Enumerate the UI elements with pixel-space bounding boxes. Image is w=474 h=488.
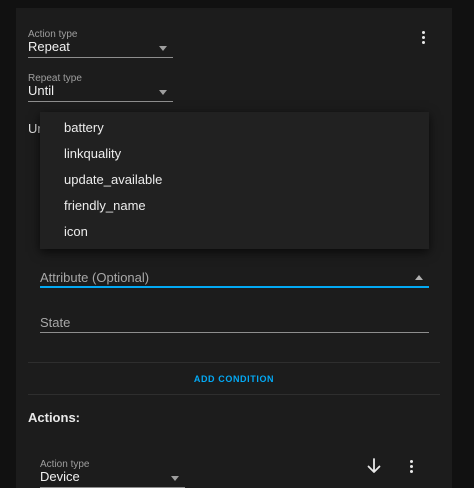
menu-item[interactable]: icon — [64, 224, 88, 239]
action-type-select[interactable]: Action type Repeat — [28, 29, 173, 58]
state-field[interactable]: State — [40, 311, 429, 333]
action-type-value: Device — [40, 469, 80, 484]
menu-item[interactable]: friendly_name — [64, 198, 146, 213]
state-underline — [40, 332, 429, 333]
actions-heading: Actions: — [28, 410, 80, 425]
menu-item[interactable]: update_available — [64, 172, 162, 187]
divider — [28, 362, 440, 363]
chevron-down-icon — [159, 46, 167, 51]
more-vertical-icon[interactable] — [415, 27, 431, 47]
arrow-down-icon[interactable] — [365, 457, 383, 475]
chevron-down-icon — [159, 90, 167, 95]
attribute-label: Attribute (Optional) — [40, 270, 150, 285]
action-type-underline — [28, 57, 173, 58]
attribute-underline — [40, 286, 429, 288]
chevron-up-icon — [415, 275, 423, 280]
repeat-type-value: Until — [28, 83, 55, 98]
repeat-type-underline — [28, 101, 173, 102]
action-type-value: Repeat — [28, 39, 70, 54]
more-vertical-icon[interactable] — [403, 456, 419, 476]
action-type-select[interactable]: Action type Device — [40, 459, 185, 488]
chevron-down-icon — [171, 476, 179, 481]
add-condition-button[interactable]: ADD CONDITION — [184, 374, 284, 384]
menu-item[interactable]: battery — [64, 120, 104, 135]
state-label: State — [40, 315, 71, 330]
menu-item[interactable]: linkquality — [64, 146, 121, 161]
attribute-field[interactable]: Attribute (Optional) — [40, 266, 429, 288]
repeat-type-select[interactable]: Repeat type Until — [28, 73, 173, 102]
attribute-dropdown-menu: battery linkquality update_available fri… — [40, 112, 429, 249]
divider — [28, 394, 440, 395]
